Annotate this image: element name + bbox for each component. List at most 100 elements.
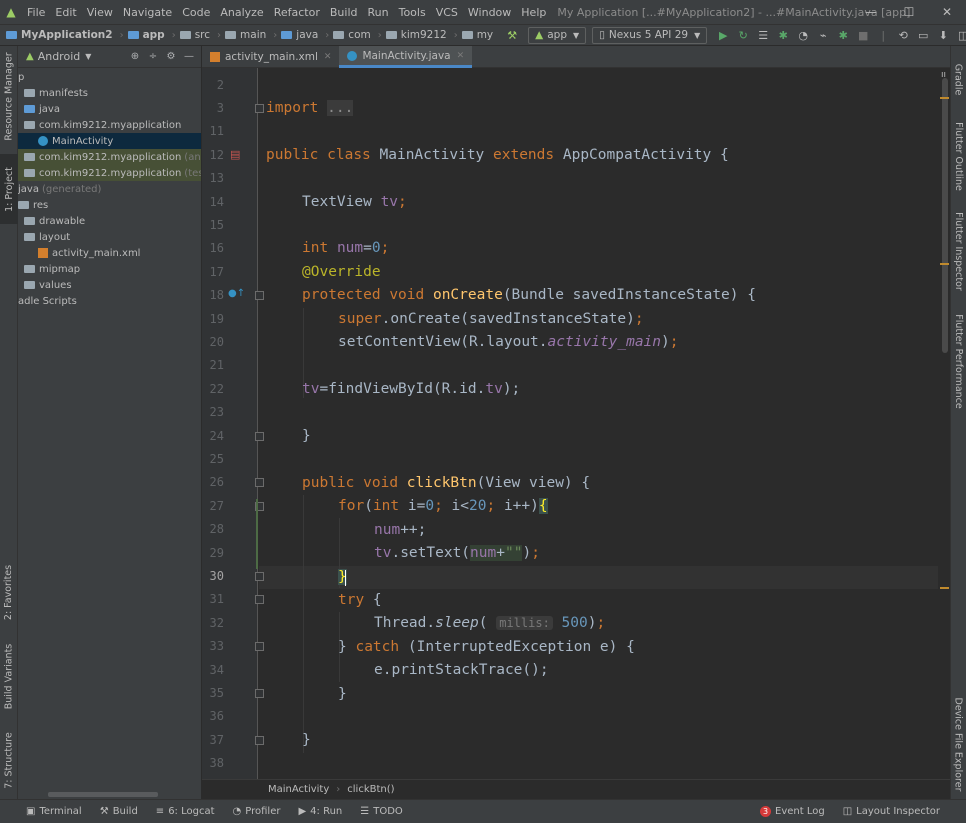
minimize-button[interactable]: —	[852, 0, 890, 24]
collapse-all-icon[interactable]: ÷	[147, 51, 159, 62]
tree-item-java-generated[interactable]: java (generated)	[18, 181, 201, 197]
close-icon[interactable]: ✕	[324, 52, 332, 62]
fold-marker-icon[interactable]	[255, 432, 264, 441]
debug-icon[interactable]: ✱	[775, 27, 791, 43]
menu-build[interactable]: Build	[325, 6, 363, 19]
crumb-src[interactable]: src	[179, 29, 210, 41]
tree-item-java[interactable]: java	[18, 101, 201, 117]
tree-item-package-test[interactable]: com.kim9212.myapplication(test)	[18, 165, 201, 181]
attach-debugger-icon[interactable]: ✱	[835, 27, 851, 43]
fold-marker-icon[interactable]	[255, 736, 264, 745]
crumb-app[interactable]: app	[127, 29, 165, 41]
editor-scrollbar[interactable]: ıı	[938, 68, 950, 779]
tree-item-res[interactable]: res	[18, 197, 201, 213]
menu-navigate[interactable]: Navigate	[118, 6, 177, 19]
chevron-down-icon[interactable]: ▼	[85, 52, 91, 61]
menu-code[interactable]: Code	[177, 6, 215, 19]
fold-marker-icon[interactable]	[255, 595, 264, 604]
code-editor[interactable]: 2 3 11 12 13 14 15 16 17 18 19 20 21 22 …	[202, 68, 950, 779]
tree-item-values[interactable]: values	[18, 277, 201, 293]
tab-terminal[interactable]: ▣ Terminal	[26, 806, 82, 817]
tree-item-app[interactable]: p	[18, 69, 201, 85]
menu-help[interactable]: Help	[516, 6, 551, 19]
fold-marker-icon[interactable]	[255, 572, 264, 581]
layout-file-icon[interactable]: ▤	[230, 148, 240, 161]
tab-todo[interactable]: ☰ TODO	[360, 806, 403, 817]
breadcrumb-class[interactable]: MainActivity	[268, 784, 329, 795]
scroll-marker[interactable]	[940, 263, 949, 265]
tab-flutter-inspector[interactable]: Flutter Inspector	[950, 206, 966, 296]
menu-vcs[interactable]: VCS	[431, 6, 463, 19]
tree-item-package-androidtest[interactable]: com.kim9212.myapplication(androidTest)	[18, 149, 201, 165]
tab-mainactivity-java[interactable]: MainActivity.java ✕	[339, 46, 473, 68]
tab-logcat[interactable]: ≡ 6: Logcat	[156, 806, 215, 817]
tree-item-gradle-scripts[interactable]: adle Scripts	[18, 293, 201, 309]
tree-item-drawable[interactable]: drawable	[18, 213, 201, 229]
tab-structure[interactable]: 7: Structure	[0, 726, 18, 794]
scroll-thumb[interactable]	[942, 78, 948, 353]
menu-file[interactable]: File	[22, 6, 50, 19]
layout-inspector-button[interactable]: ◫ Layout Inspector	[843, 806, 940, 817]
horizontal-scrollbar[interactable]	[48, 792, 158, 797]
crumb-java[interactable]: java	[281, 29, 318, 41]
run-config-select[interactable]: ▲ app ▼	[528, 26, 587, 44]
layout-inspector-icon[interactable]: ◫	[955, 27, 966, 43]
tab-build-variants[interactable]: Build Variants	[0, 636, 18, 716]
tab-profiler[interactable]: ◔ Profiler	[233, 806, 281, 817]
menu-edit[interactable]: Edit	[50, 6, 81, 19]
tab-flutter-outline[interactable]: Flutter Outline	[950, 116, 966, 196]
tab-gradle[interactable]: Gradle	[950, 54, 966, 104]
menu-run[interactable]: Run	[363, 6, 394, 19]
coverage-icon[interactable]: ⌁	[815, 27, 831, 43]
crumb-kim9212[interactable]: kim9212	[385, 29, 447, 41]
tree-item-manifests[interactable]: manifests	[18, 85, 201, 101]
breadcrumb-method[interactable]: clickBtn()	[347, 784, 394, 795]
tab-flutter-performance[interactable]: Flutter Performance	[950, 306, 966, 416]
fold-marker-icon[interactable]	[255, 689, 264, 698]
crumb-main[interactable]: main	[225, 29, 266, 41]
device-select[interactable]: ▯ Nexus 5 API 29 ▼	[592, 26, 708, 44]
menu-tools[interactable]: Tools	[394, 6, 431, 19]
tab-activity-main-xml[interactable]: activity_main.xml ✕	[202, 46, 339, 68]
locate-icon[interactable]: ⊕	[129, 51, 141, 62]
apply-changes-icon[interactable]: ↻	[735, 27, 751, 43]
crumb-project[interactable]: MyApplication2	[6, 29, 113, 41]
tab-project[interactable]: 1: Project	[0, 154, 18, 224]
menu-window[interactable]: Window	[463, 6, 516, 19]
close-icon[interactable]: ✕	[457, 51, 465, 61]
menu-view[interactable]: View	[82, 6, 118, 19]
maximize-button[interactable]: ☐	[890, 0, 928, 24]
override-gutter-icon[interactable]: ●↑	[228, 288, 245, 299]
project-view-selector[interactable]: Android	[38, 50, 81, 63]
menu-analyze[interactable]: Analyze	[215, 6, 268, 19]
tree-item-mipmap[interactable]: mipmap	[18, 261, 201, 277]
profile-icon[interactable]: ◔	[795, 27, 811, 43]
sync-project-icon[interactable]: ⟲	[895, 27, 911, 43]
tree-item-mainactivity[interactable]: MainActivity	[18, 133, 201, 149]
tab-resource-manager[interactable]: Resource Manager	[0, 50, 18, 142]
close-window-button[interactable]: ✕	[928, 0, 966, 24]
tab-favorites[interactable]: 2: Favorites	[0, 558, 18, 626]
hammer-icon[interactable]: ⚒	[504, 27, 520, 43]
fold-marker-icon[interactable]	[255, 291, 264, 300]
fold-marker-icon[interactable]	[255, 642, 264, 651]
inspection-pause-icon[interactable]: ıı	[941, 70, 946, 80]
gear-icon[interactable]: ⚙	[165, 51, 177, 62]
avd-manager-icon[interactable]: ▭	[915, 27, 931, 43]
event-log-button[interactable]: 3 Event Log	[760, 806, 825, 817]
crumb-my[interactable]: my	[461, 29, 493, 41]
scroll-marker[interactable]	[940, 587, 949, 589]
crumb-com[interactable]: com	[333, 29, 371, 41]
run-icon[interactable]: ▶	[715, 27, 731, 43]
tab-device-file-explorer[interactable]: Device File Explorer	[950, 694, 966, 794]
fold-marker-icon[interactable]	[255, 104, 264, 113]
menu-refactor[interactable]: Refactor	[269, 6, 325, 19]
hide-icon[interactable]: —	[183, 51, 195, 62]
scroll-marker[interactable]	[940, 97, 949, 99]
stop-icon[interactable]: ■	[855, 27, 871, 43]
fold-marker-icon[interactable]	[255, 478, 264, 487]
sdk-manager-icon[interactable]: ⬇	[935, 27, 951, 43]
apply-code-changes-icon[interactable]: ☰	[755, 27, 771, 43]
tree-item-layout[interactable]: layout	[18, 229, 201, 245]
tree-item-activity-main-xml[interactable]: activity_main.xml	[18, 245, 201, 261]
